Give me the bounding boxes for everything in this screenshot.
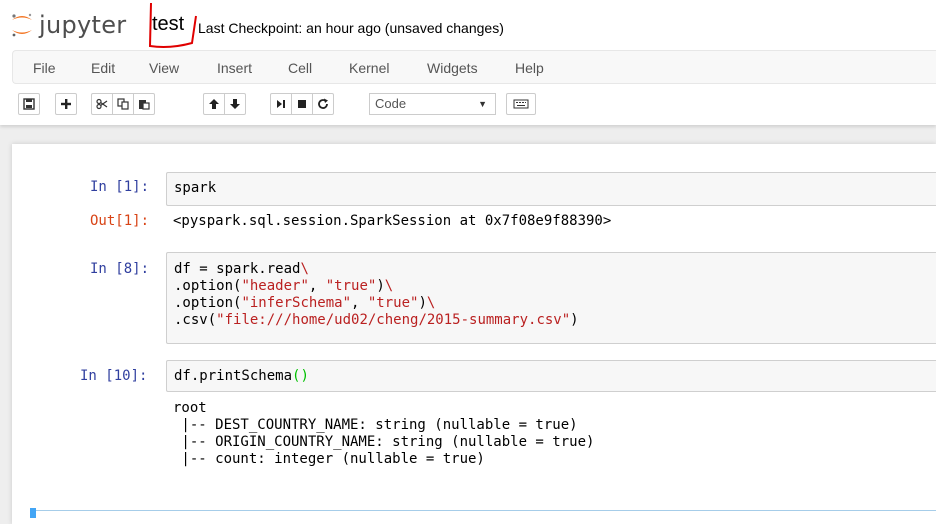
code-token: ) <box>418 295 427 311</box>
code-token: .option( <box>174 295 242 311</box>
toolbar-keyboard-group <box>506 93 536 115</box>
arrow-up-icon <box>209 99 219 109</box>
keyboard-icon <box>513 99 529 109</box>
code-line: df.printSchema() <box>174 368 309 385</box>
run-icon <box>277 100 285 108</box>
code-cell-input[interactable]: df.printSchema() <box>166 360 936 392</box>
jupyter-logo-icon <box>12 13 32 37</box>
code-line: spark <box>174 180 217 196</box>
code-cell-input[interactable]: spark <box>166 172 936 206</box>
command-palette-button[interactable] <box>506 93 536 115</box>
plus-icon <box>61 99 71 109</box>
input-prompt: In [1]: <box>90 179 150 195</box>
code-escape: \ <box>426 295 436 311</box>
logo-text: jupyter <box>39 11 127 39</box>
code-string: "header" <box>241 278 309 294</box>
code-token: df.printSchema <box>174 368 293 384</box>
output-line: |-- DEST_COUNTRY_NAME: string (nullable … <box>173 417 578 433</box>
toolbar-insert-group <box>55 93 77 115</box>
output-prompt: Out[1]: <box>90 213 150 229</box>
paste-icon <box>139 100 150 110</box>
arrow-down-icon <box>230 99 240 109</box>
checkpoint-status: Last Checkpoint: an hour ago (unsaved ch… <box>198 20 504 36</box>
code-token: ) <box>376 278 385 294</box>
output-text: <pyspark.sql.session.SparkSession at 0x7… <box>173 213 612 229</box>
save-button[interactable] <box>18 93 40 115</box>
copy-icon <box>117 98 129 110</box>
menu-insert[interactable]: Insert <box>217 60 252 76</box>
code-token: ) <box>570 312 579 328</box>
code-escape: \ <box>300 261 309 277</box>
code-string: "file:///home/ud02/cheng/2015-summary.cs… <box>216 312 571 328</box>
copy-button[interactable] <box>112 93 134 115</box>
code-string: "true" <box>325 278 377 294</box>
code-token: .csv( <box>174 312 217 328</box>
menu-view[interactable]: View <box>149 60 179 76</box>
save-icon <box>23 98 35 110</box>
toolbar-move-group <box>203 93 246 115</box>
code-token: , <box>351 295 368 311</box>
menu-kernel[interactable]: Kernel <box>349 60 389 76</box>
toolbar-clipboard-group <box>91 93 155 115</box>
code-line: .option("inferSchema", "true")\ <box>174 295 435 312</box>
menubar: File Edit View Insert Cell Kernel Widget… <box>12 50 936 84</box>
cut-button[interactable] <box>91 93 113 115</box>
output-line: |-- ORIGIN_COUNTRY_NAME: string (nullabl… <box>173 434 595 450</box>
run-button[interactable] <box>270 93 292 115</box>
insert-cell-button[interactable] <box>55 93 77 115</box>
code-token: df = spark.read <box>174 261 301 277</box>
code-line: .csv("file:///home/ud02/cheng/2015-summa… <box>174 312 579 329</box>
input-prompt: In [8]: <box>90 261 150 277</box>
output-line: root <box>173 400 207 416</box>
menu-file[interactable]: File <box>33 60 56 76</box>
move-up-button[interactable] <box>203 93 225 115</box>
scissors-icon <box>96 98 108 110</box>
notebook-name[interactable]: test <box>152 13 184 36</box>
menu-cell[interactable]: Cell <box>288 60 312 76</box>
code-string: "true" <box>367 295 419 311</box>
code-cell-input[interactable]: df = spark.read\ .option("header", "true… <box>166 252 936 344</box>
output-line: |-- count: integer (nullable = true) <box>173 451 485 467</box>
toolbar-save-group <box>18 93 40 115</box>
notebook-header: jupyter test Last Checkpoint: an hour ag… <box>0 0 936 125</box>
code-token: .option( <box>174 278 242 294</box>
notebook-container: In [1]: spark Out[1]: <pyspark.sql.sessi… <box>12 144 936 524</box>
cell-type-value: Code <box>375 96 407 111</box>
menu-widgets[interactable]: Widgets <box>427 60 478 76</box>
selected-cell-border[interactable] <box>36 510 936 511</box>
paste-button[interactable] <box>133 93 155 115</box>
code-token: , <box>308 278 326 294</box>
chevron-down-icon: ▼ <box>478 99 487 109</box>
interrupt-button[interactable] <box>291 93 313 115</box>
code-line: df = spark.read\ <box>174 261 309 278</box>
menu-edit[interactable]: Edit <box>91 60 115 76</box>
restart-icon <box>318 98 328 109</box>
jupyter-logo[interactable]: jupyter <box>10 8 126 42</box>
stop-icon <box>298 100 306 108</box>
menu-help[interactable]: Help <box>515 60 544 76</box>
move-down-button[interactable] <box>224 93 246 115</box>
toolbar-run-group <box>270 93 334 115</box>
input-prompt: In [10]: <box>80 368 148 384</box>
code-escape: \ <box>384 278 394 294</box>
code-string: "inferSchema" <box>241 295 352 311</box>
restart-button[interactable] <box>312 93 334 115</box>
cell-type-select[interactable]: Code ▼ <box>369 93 496 115</box>
code-line: .option("header", "true")\ <box>174 278 393 295</box>
code-paren: () <box>292 368 309 384</box>
